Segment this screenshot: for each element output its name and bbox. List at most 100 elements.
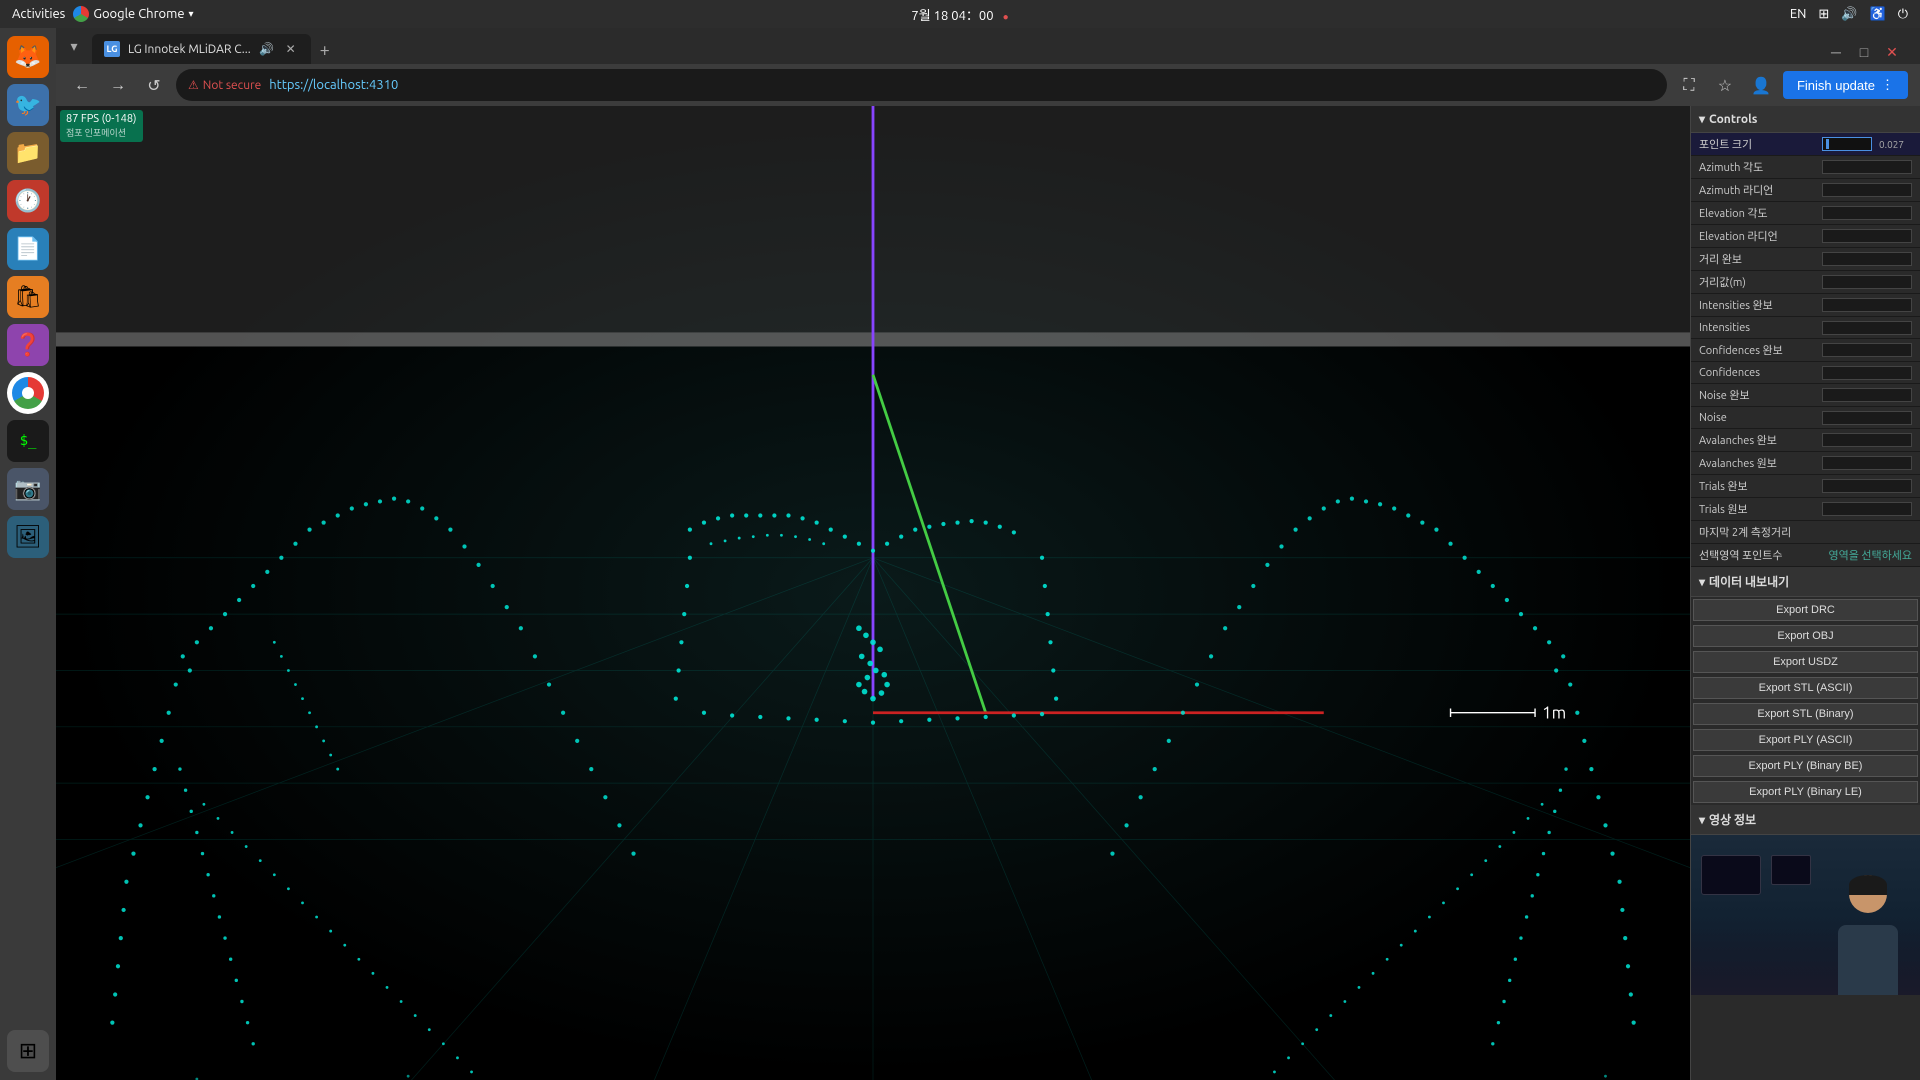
- browser-name-label: Google Chrome: [93, 7, 184, 21]
- export-stl-ascii-button[interactable]: Export STL (ASCII): [1693, 677, 1918, 699]
- url-display: https://localhost:4310: [269, 78, 398, 92]
- finish-update-menu-icon: ⋮: [1881, 77, 1894, 93]
- dock-icon-appgrid[interactable]: ⊞: [7, 1030, 49, 1072]
- nav-extras: ⛶ ☆ 👤 Finish update ⋮: [1675, 71, 1908, 99]
- dock-icon-files[interactable]: 📁: [7, 132, 49, 174]
- tab-bar: ▾ LG LG Innotek MLiDAR C... 🔊 ✕ + ─: [56, 28, 1920, 64]
- security-indicator: ⚠ Not secure: [188, 78, 261, 92]
- tab-close-button[interactable]: ✕: [283, 41, 299, 57]
- 3d-viewer[interactable]: 87 FPS (0-148) 점포 인포메이션: [56, 106, 1690, 1080]
- browser-menu-chevron[interactable]: ▾: [189, 8, 194, 20]
- video-info-section-header[interactable]: ▾ 영상 정보: [1691, 805, 1920, 835]
- datetime-label: 7월 18 04：00: [911, 9, 993, 23]
- control-row-last-measurement: 마지막 2계 측정거리: [1691, 521, 1920, 544]
- browser-indicator: Google Chrome ▾: [73, 6, 193, 22]
- accessibility-icon[interactable]: ♿: [1870, 7, 1886, 22]
- control-row-noise-walk: Noise 완보: [1691, 384, 1920, 407]
- tab-list-button[interactable]: ▾: [64, 36, 84, 56]
- controls-section-header[interactable]: ▾ Controls: [1691, 106, 1920, 133]
- control-label-noise: Noise: [1699, 412, 1822, 424]
- reload-button[interactable]: ↺: [140, 71, 168, 99]
- security-label: Not secure: [203, 79, 261, 92]
- control-label-last-measurement: 마지막 2계 측정거리: [1699, 524, 1912, 540]
- maximize-button[interactable]: □: [1852, 40, 1876, 64]
- new-tab-button[interactable]: +: [311, 36, 339, 64]
- browser-window: ▾ LG LG Innotek MLiDAR C... 🔊 ✕ + ─: [56, 28, 1920, 1080]
- video-preview: [1691, 835, 1920, 995]
- control-label-elevation-radian: Elevation 라디언: [1699, 228, 1822, 244]
- dock-icon-docs[interactable]: 📄: [7, 228, 49, 270]
- back-button[interactable]: ←: [68, 71, 96, 99]
- dock-icon-photos[interactable]: 🖼: [7, 516, 49, 558]
- dock-icon-clock[interactable]: 🕐: [7, 180, 49, 222]
- dock-icon-chrome[interactable]: [7, 372, 49, 414]
- maximize-icon: □: [1860, 44, 1868, 60]
- activities-label[interactable]: Activities: [12, 7, 65, 21]
- control-row-avalanches-wonbo: Avalanches 원보: [1691, 452, 1920, 475]
- export-ply-binary-le-button[interactable]: Export PLY (Binary LE): [1693, 781, 1918, 803]
- control-row-distance-walk: 거리 완보: [1691, 248, 1920, 271]
- control-label-elevation-angle: Elevation 각도: [1699, 205, 1822, 221]
- star-icon: ☆: [1718, 76, 1732, 95]
- data-export-chevron: ▾: [1699, 575, 1705, 589]
- forward-button[interactable]: →: [104, 71, 132, 99]
- dock-icon-terminal[interactable]: $_: [7, 420, 49, 462]
- control-label-azimuth-angle: Azimuth 각도: [1699, 159, 1822, 175]
- os-topbar: Activities Google Chrome ▾ 7월 18 04：00 ●…: [0, 0, 1920, 28]
- control-row-trials-walk: Trials 완보: [1691, 475, 1920, 498]
- power-icon[interactable]: ⏻: [1898, 7, 1908, 22]
- window-controls: ─ □ ✕: [1816, 40, 1912, 64]
- control-row-intensities: Intensities: [1691, 317, 1920, 339]
- new-tab-icon: +: [320, 40, 330, 60]
- dock-icon-help[interactable]: ❓: [7, 324, 49, 366]
- recording-dot: ●: [1003, 11, 1009, 22]
- control-row-selection-points: 선택영역 포인트수 영역을 선택하세요: [1691, 544, 1920, 567]
- finish-update-button[interactable]: Finish update ⋮: [1783, 71, 1908, 99]
- finish-update-label: Finish update: [1797, 78, 1875, 93]
- active-tab[interactable]: LG LG Innotek MLiDAR C... 🔊 ✕: [92, 34, 311, 64]
- export-ply-binary-be-button[interactable]: Export PLY (Binary BE): [1693, 755, 1918, 777]
- address-bar[interactable]: ⚠ Not secure https://localhost:4310: [176, 69, 1667, 101]
- os-topbar-right: EN ⊞ 🔊 ♿ ⏻: [1790, 7, 1908, 22]
- content-area: 87 FPS (0-148) 점포 인포메이션: [56, 106, 1920, 1080]
- control-row-elevation-radian: Elevation 라디언: [1691, 225, 1920, 248]
- browser-chrome: ▾ LG LG Innotek MLiDAR C... 🔊 ✕ + ─: [56, 28, 1920, 106]
- export-drc-button[interactable]: Export DRC: [1693, 599, 1918, 621]
- control-row-confidences-walk: Confidences 완보: [1691, 339, 1920, 362]
- dock-icon-appstore[interactable]: 🛍: [7, 276, 49, 318]
- os-topbar-center: 7월 18 04：00 ●: [911, 5, 1008, 24]
- dock-icon-thunderbird[interactable]: 🐦: [7, 84, 49, 126]
- volume-icon[interactable]: 🔊: [1841, 7, 1857, 22]
- export-stl-binary-button[interactable]: Export STL (Binary): [1693, 703, 1918, 725]
- video-preview-image: [1691, 835, 1920, 995]
- export-ply-ascii-button[interactable]: Export PLY (ASCII): [1693, 729, 1918, 751]
- control-row-azimuth-angle: Azimuth 각도: [1691, 156, 1920, 179]
- export-usdz-button[interactable]: Export USDZ: [1693, 651, 1918, 673]
- screen-cast-button[interactable]: ⛶: [1675, 71, 1703, 99]
- control-row-elevation-angle: Elevation 각도: [1691, 202, 1920, 225]
- close-icon: ✕: [1886, 44, 1898, 61]
- tab-controls-left: ▾: [64, 28, 92, 64]
- tab-list-icon: ▾: [70, 38, 77, 55]
- data-export-section-header[interactable]: ▾ 데이터 내보내기: [1691, 567, 1920, 597]
- bookmark-button[interactable]: ☆: [1711, 71, 1739, 99]
- nav-bar: ← → ↺ ⚠ Not secure https://localhost:431…: [56, 64, 1920, 106]
- dock-icon-firefox[interactable]: 🦊: [7, 36, 49, 78]
- export-obj-button[interactable]: Export OBJ: [1693, 625, 1918, 647]
- right-panel: ▾ Controls 포인트 크기 0.027 Azimuth 각도 Azi: [1690, 106, 1920, 1080]
- minimize-button[interactable]: ─: [1824, 40, 1848, 64]
- control-value-point-size: 0.027: [1874, 139, 1904, 150]
- tab-audio-icon[interactable]: 🔊: [259, 41, 275, 57]
- controls-label: Controls: [1709, 113, 1757, 126]
- network-icon: ⊞: [1818, 7, 1829, 22]
- control-label-distance-m: 거리값(m): [1699, 274, 1822, 290]
- control-label-confidences: Confidences: [1699, 367, 1822, 379]
- dock-icon-screenshot[interactable]: 📷: [7, 468, 49, 510]
- selection-action-link[interactable]: 영역을 선택하세요: [1829, 547, 1912, 563]
- svg-text:1m: 1m: [1542, 703, 1566, 722]
- profile-button[interactable]: 👤: [1747, 71, 1775, 99]
- control-label-noise-walk: Noise 완보: [1699, 387, 1822, 403]
- close-button[interactable]: ✕: [1880, 40, 1904, 64]
- reload-icon: ↺: [147, 76, 160, 95]
- language-selector[interactable]: EN: [1790, 7, 1807, 21]
